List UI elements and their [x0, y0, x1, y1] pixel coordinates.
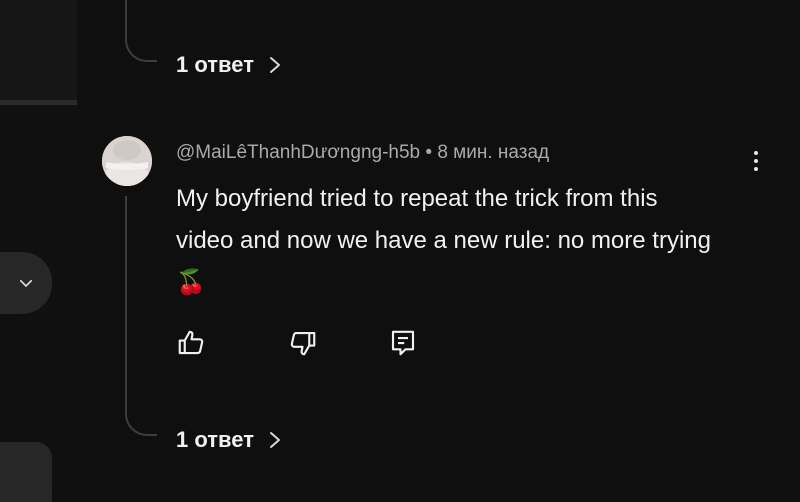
- reply-icon: [391, 330, 415, 356]
- side-panel-top: [0, 0, 77, 100]
- replies-label: 1 ответ: [176, 52, 254, 77]
- header-separator: •: [425, 142, 433, 163]
- more-menu-button[interactable]: [744, 146, 768, 176]
- thumb-up-icon: [178, 330, 204, 355]
- cherry-emoji: 🍒: [176, 269, 206, 296]
- thumb-down-icon: [290, 331, 316, 356]
- replies-label: 1 ответ: [176, 427, 254, 452]
- replies-button-bottom[interactable]: 1 ответ: [176, 427, 282, 453]
- comment-header: @MaiLêThanhDươngng-h5b • 8 мин. назад: [176, 142, 549, 164]
- avatar-image: [102, 136, 152, 186]
- side-panel-card: [0, 442, 52, 502]
- thread-connector-top: [125, 0, 157, 62]
- comment-author[interactable]: @MaiLêThanhDươngng-h5b: [176, 142, 420, 163]
- like-button[interactable]: [174, 326, 208, 360]
- more-vert-dot: [754, 167, 758, 171]
- dislike-button[interactable]: [286, 326, 320, 360]
- comment-text: My boyfriend tried to repeat the trick f…: [176, 178, 716, 304]
- thread-connector-bottom: [125, 196, 157, 436]
- chevron-right-icon: [269, 57, 280, 73]
- more-vert-dot: [754, 159, 758, 163]
- side-panel: [0, 0, 77, 488]
- comment-body: My boyfriend tried to repeat the trick f…: [176, 185, 711, 254]
- more-vert-icon: [754, 151, 758, 155]
- comment-time[interactable]: 8 мин. назад: [437, 142, 549, 163]
- avatar[interactable]: [102, 136, 152, 186]
- chevron-down-icon: [19, 279, 33, 287]
- side-panel-divider: [0, 100, 77, 105]
- reply-button[interactable]: [386, 326, 420, 360]
- replies-button-top[interactable]: 1 ответ: [176, 52, 282, 78]
- chevron-right-icon: [269, 432, 280, 448]
